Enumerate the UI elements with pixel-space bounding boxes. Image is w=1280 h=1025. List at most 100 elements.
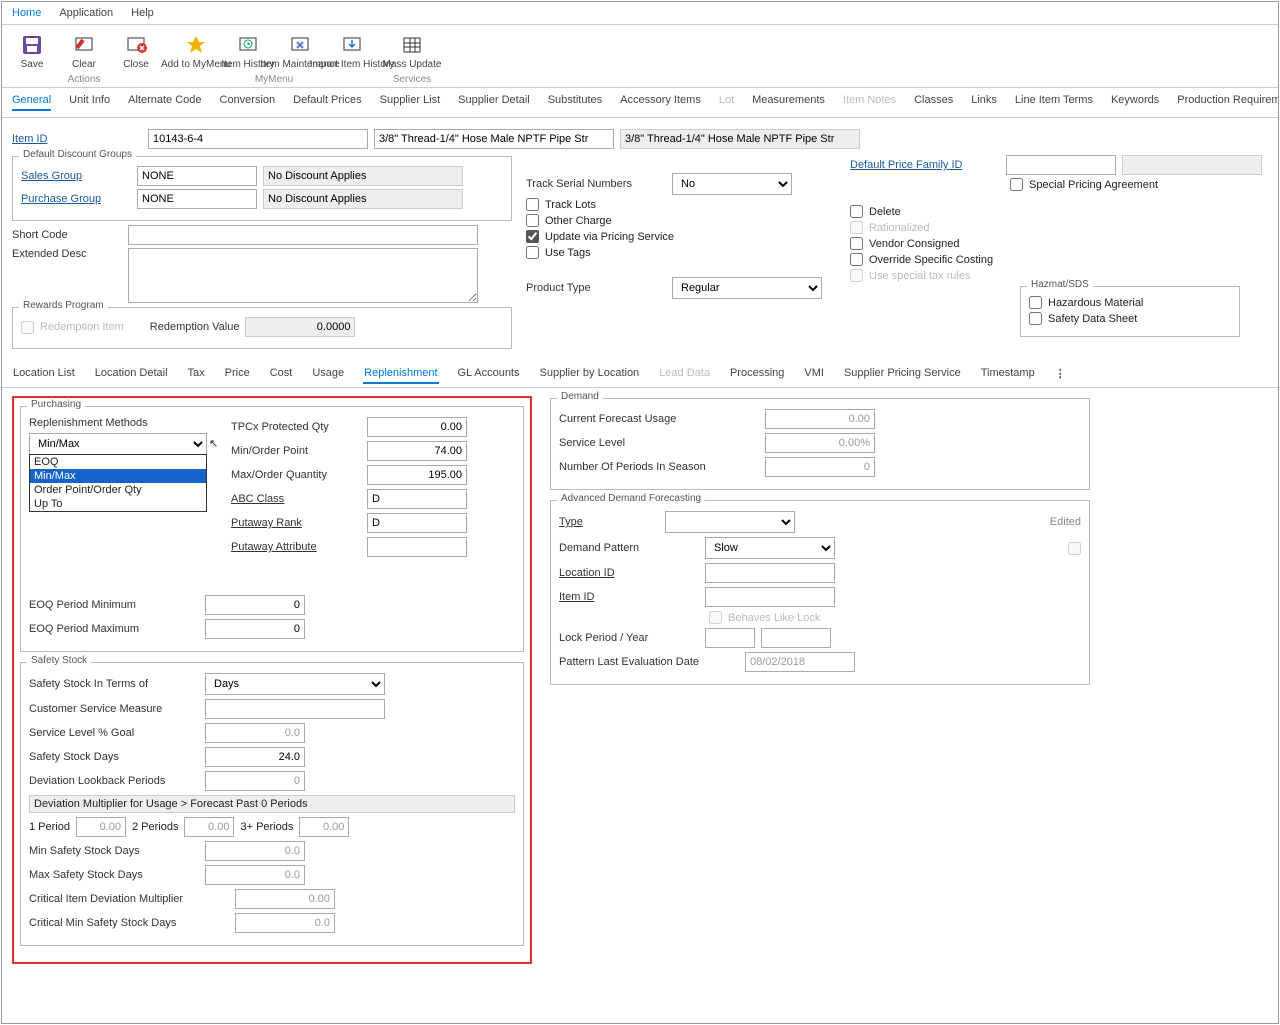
use-tags-check[interactable]: Use Tags — [526, 246, 836, 259]
product-type-select[interactable]: Regular — [672, 277, 822, 299]
minssd-label: Min Safety Stock Days — [29, 845, 199, 857]
dd-option-minmax[interactable]: Min/Max — [30, 469, 206, 483]
default-discount-groups: Default Discount Groups Sales Group Purc… — [12, 156, 512, 221]
item-id-input[interactable] — [148, 129, 368, 149]
redemption-item-check: Redemption Item — [21, 321, 124, 334]
demand-pattern-select[interactable]: Slow — [705, 537, 835, 559]
demand-legend: Demand — [557, 391, 603, 402]
tab-accessory-items[interactable]: Accessory Items — [620, 94, 701, 111]
putaway-attr-label: Putaway Attribute — [231, 541, 361, 553]
tab-alternate-code[interactable]: Alternate Code — [128, 94, 201, 111]
subtab-processing[interactable]: Processing — [729, 367, 785, 384]
abc-input[interactable] — [367, 489, 467, 509]
hazardous-check[interactable]: Hazardous Material — [1029, 296, 1231, 309]
track-serial-select[interactable]: No — [672, 173, 792, 195]
subtab-tax[interactable]: Tax — [187, 367, 206, 384]
tpcx-input[interactable] — [367, 417, 467, 437]
override-costing-check[interactable]: Override Specific Costing — [850, 253, 1268, 266]
tab-supplier-detail[interactable]: Supplier Detail — [458, 94, 530, 111]
tab-classes[interactable]: Classes — [914, 94, 953, 111]
subtab-location-list[interactable]: Location List — [12, 367, 76, 384]
tab-substitutes[interactable]: Substitutes — [548, 94, 602, 111]
tab-keywords[interactable]: Keywords — [1111, 94, 1159, 111]
update-pricing-check[interactable]: Update via Pricing Service — [526, 230, 836, 243]
subtab-location-detail[interactable]: Location Detail — [94, 367, 169, 384]
ribbon-mymenu-label: MyMenu — [172, 72, 376, 85]
demand-column: Demand Current Forecast Usage Service Le… — [550, 396, 1090, 964]
eoq-max-input[interactable] — [205, 619, 305, 639]
behaves-lock-check: Behaves Like Lock — [709, 611, 1081, 624]
cminssd-label: Critical Min Safety Stock Days — [29, 917, 229, 929]
subtab-overflow[interactable]: ⋮ — [1054, 367, 1068, 384]
delete-check[interactable]: Delete — [850, 205, 1268, 218]
sds-check[interactable]: Safety Data Sheet — [1029, 312, 1231, 325]
subtab-gl-accounts[interactable]: GL Accounts — [457, 367, 521, 384]
sales-group-desc — [263, 166, 463, 186]
subtab-replenishment[interactable]: Replenishment — [363, 367, 438, 384]
tab-conversion[interactable]: Conversion — [220, 94, 276, 111]
maxssd-label: Max Safety Stock Days — [29, 869, 199, 881]
adf-group: Advanced Demand Forecasting Type Edited … — [550, 500, 1090, 685]
dd-option-eoq[interactable]: EOQ — [30, 455, 206, 469]
adf-location-id-input — [705, 563, 835, 583]
track-lots-check[interactable]: Track Lots — [526, 198, 836, 211]
special-pricing-check[interactable]: Special Pricing Agreement — [1010, 178, 1268, 191]
maxoq-input[interactable] — [367, 465, 467, 485]
slg-label: Service Level % Goal — [29, 727, 199, 739]
hazmat-legend: Hazmat/SDS — [1027, 279, 1093, 290]
menu-help[interactable]: Help — [131, 7, 154, 19]
eoq-min-input[interactable] — [205, 595, 305, 615]
dd-option-upto[interactable]: Up To — [30, 497, 206, 511]
tab-lot: Lot — [719, 94, 734, 111]
maxssd-input — [205, 865, 305, 885]
subtab-vmi[interactable]: VMI — [803, 367, 825, 384]
short-code-input[interactable] — [128, 225, 478, 245]
adf-legend: Advanced Demand Forecasting — [557, 493, 705, 504]
tab-unit-info[interactable]: Unit Info — [69, 94, 110, 111]
ss-terms-select[interactable]: Days — [205, 673, 385, 695]
close-icon — [124, 33, 148, 57]
tab-supplier-list[interactable]: Supplier List — [380, 94, 441, 111]
subtab-supplier-pricing-service[interactable]: Supplier Pricing Service — [843, 367, 962, 384]
dlp-label: Deviation Lookback Periods — [29, 775, 199, 787]
grid-icon — [400, 33, 424, 57]
history-icon — [236, 33, 260, 57]
menu-application[interactable]: Application — [59, 7, 113, 19]
sales-group-input[interactable] — [137, 166, 257, 186]
eoq-min-label: EOQ Period Minimum — [29, 599, 199, 611]
tab-links[interactable]: Links — [971, 94, 997, 111]
tab-default-prices[interactable]: Default Prices — [293, 94, 361, 111]
putaway-rank-input[interactable] — [367, 513, 467, 533]
subtab-price[interactable]: Price — [224, 367, 251, 384]
other-charge-check[interactable]: Other Charge — [526, 214, 836, 227]
safety-legend: Safety Stock — [27, 655, 91, 666]
subtab-timestamp[interactable]: Timestamp — [980, 367, 1036, 384]
replenishment-methods-select[interactable]: Min/Max — [29, 433, 207, 455]
ss-terms-label: Safety Stock In Terms of — [29, 678, 199, 690]
dd-option-opoq[interactable]: Order Point/Order Qty — [30, 483, 206, 497]
mass-update-button[interactable]: Mass Update — [388, 31, 436, 72]
pattern-eval-input — [745, 652, 855, 672]
vendor-consigned-check[interactable]: Vendor Consigned — [850, 237, 1268, 250]
item-id-label: Item ID — [12, 133, 142, 145]
adf-type-label: Type — [559, 516, 659, 528]
item-desc1-input[interactable] — [374, 129, 614, 149]
menu-home[interactable]: Home — [12, 7, 41, 19]
extended-desc-input[interactable] — [128, 248, 478, 303]
default-price-family-input[interactable] — [1006, 155, 1116, 175]
minssd-input — [205, 841, 305, 861]
putaway-attr-input[interactable] — [367, 537, 467, 557]
subtab-cost[interactable]: Cost — [269, 367, 294, 384]
safety-stock-group: Safety Stock Safety Stock In Terms ofDay… — [20, 662, 524, 946]
purchase-group-input[interactable] — [137, 189, 257, 209]
tab-general[interactable]: General — [12, 94, 51, 111]
minop-input[interactable] — [367, 441, 467, 461]
subtab-supplier-by-location[interactable]: Supplier by Location — [539, 367, 641, 384]
adf-type-select[interactable] — [665, 511, 795, 533]
subtab-usage[interactable]: Usage — [311, 367, 345, 384]
tab-line-item-terms[interactable]: Line Item Terms — [1015, 94, 1093, 111]
tab-production-requirements[interactable]: Production Requirements — [1177, 94, 1278, 111]
tab-measurements[interactable]: Measurements — [752, 94, 825, 111]
ssd-input[interactable] — [205, 747, 305, 767]
import-icon — [340, 33, 364, 57]
